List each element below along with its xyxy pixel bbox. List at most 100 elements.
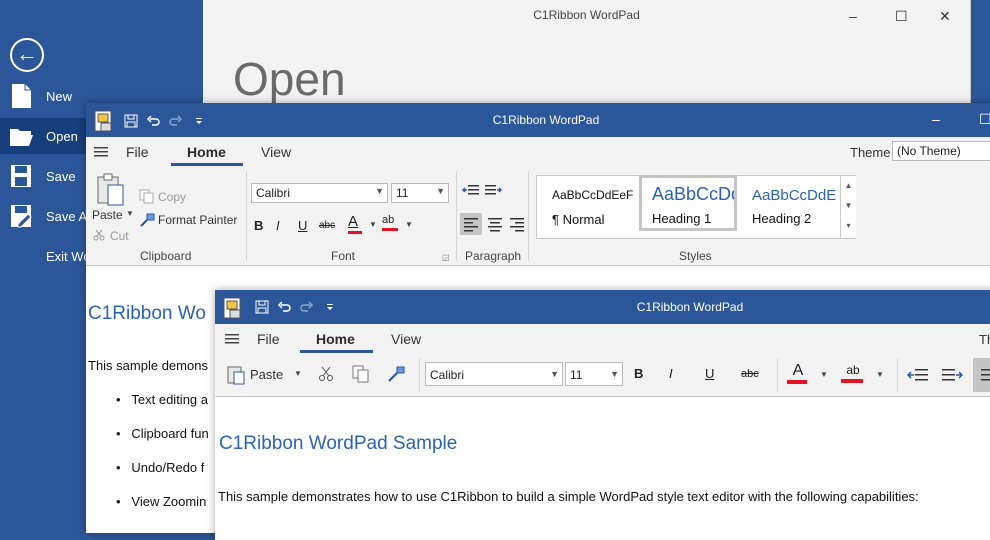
paste-button[interactable]: Paste (250, 367, 283, 382)
align-right-icon[interactable] (506, 213, 528, 235)
save-icon (11, 165, 31, 187)
theme-label: Th (979, 332, 990, 347)
chevron-down-icon: ▼ (436, 186, 445, 196)
window-title: C1Ribbon WordPad (492, 113, 600, 127)
highlight-dropdown-icon[interactable]: ▼ (876, 370, 884, 379)
app-menu-icon[interactable] (225, 333, 239, 345)
font-size-select[interactable]: 11 ▼ (565, 362, 623, 386)
tab-home[interactable]: Home (187, 144, 226, 160)
align-left-button[interactable] (460, 213, 482, 235)
bold-button[interactable]: B (254, 218, 263, 233)
tab-file[interactable]: File (126, 144, 149, 160)
font-color-dropdown-icon[interactable]: ▼ (369, 220, 377, 229)
theme-select[interactable]: (No Theme) (892, 141, 990, 161)
window-title: C1Ribbon WordPad (636, 300, 744, 314)
style-name: Heading 1 (652, 211, 712, 226)
backstage-item-label: Exit Wo (46, 249, 91, 264)
group-separator (528, 171, 529, 261)
document-paragraph: This sample demons (88, 358, 208, 373)
paste-icon[interactable] (227, 365, 245, 385)
maximize-button[interactable]: ☐ (895, 8, 908, 25)
backstage-item-label: Save (46, 169, 76, 184)
list-item: • Undo/Redo f (116, 460, 205, 475)
back-arrow-icon[interactable]: ← (10, 38, 44, 72)
style-heading-1[interactable]: AaBbCcDd Heading 1 (639, 175, 737, 231)
italic-button[interactable]: I (669, 366, 673, 381)
align-left-button[interactable] (973, 358, 990, 392)
cut-icon[interactable] (93, 229, 105, 241)
font-size-select[interactable]: 11 ▼ (391, 183, 449, 203)
copy-button[interactable]: Copy (158, 190, 186, 204)
group-separator (246, 171, 247, 261)
document-paragraph: This sample demonstrates how to use C1Ri… (218, 489, 919, 504)
font-color-button[interactable]: A (787, 362, 809, 384)
selected-tab-indicator (300, 350, 373, 353)
style-normal[interactable]: AaBbCcDdEeF ¶ Normal (542, 175, 640, 231)
group-separator (897, 358, 898, 392)
app-menu-icon[interactable] (94, 146, 108, 158)
highlight-icon: ab (382, 214, 395, 226)
backstage-item-label: Save A (46, 209, 88, 224)
highlight-button[interactable]: ab (382, 214, 404, 231)
highlight-dropdown-icon[interactable]: ▼ (405, 220, 413, 229)
underline-button[interactable]: U (298, 218, 307, 233)
paste-button[interactable]: Paste (92, 208, 123, 222)
increase-indent-icon[interactable] (484, 183, 502, 197)
backstage-item-label: Open (46, 129, 78, 144)
maximize-button[interactable]: ☐ (979, 111, 990, 128)
font-name-value: Calibri (256, 186, 291, 200)
copy-icon[interactable] (352, 365, 370, 383)
tab-home[interactable]: Home (316, 331, 355, 347)
strikethrough-button[interactable]: abc (319, 220, 335, 231)
document-heading: C1Ribbon Wo (88, 303, 206, 324)
style-preview: AaBbCcDdE (752, 187, 836, 204)
cut-icon[interactable] (318, 366, 334, 382)
document-heading: C1Ribbon WordPad Sample (219, 433, 458, 454)
simplified-ribbon: Paste ▼ Calibri ▼ 11 ▼ B I U abc A ▼ ab ▼ (215, 354, 990, 397)
bold-button[interactable]: B (634, 366, 643, 381)
chevron-down-icon: ▼ (550, 369, 559, 379)
list-item: • View Zoomin (116, 494, 207, 509)
highlight-button[interactable]: ab (841, 363, 865, 383)
list-item-text: Undo/Redo f (131, 460, 205, 475)
align-left-icon (981, 369, 990, 381)
style-heading-2[interactable]: AaBbCcDdE Heading 2 (742, 175, 840, 231)
format-painter-icon[interactable] (387, 365, 405, 383)
paste-dropdown-icon[interactable]: ▼ (126, 209, 134, 218)
decrease-indent-icon[interactable] (907, 367, 929, 383)
list-item-text: View Zoomin (131, 494, 207, 509)
new-document-icon (12, 84, 31, 108)
highlight-swatch (841, 379, 863, 383)
font-size-value: 11 (396, 186, 409, 200)
format-painter-button[interactable]: Format Painter (158, 213, 237, 227)
highlight-swatch (382, 228, 398, 231)
font-color-dropdown-icon[interactable]: ▼ (820, 370, 828, 379)
paragraph-group-label: Paragraph (465, 249, 522, 263)
increase-indent-icon[interactable] (941, 367, 963, 383)
font-dialog-launcher-icon[interactable]: ◲ (442, 253, 450, 262)
font-name-select[interactable]: Calibri ▼ (251, 183, 388, 203)
align-left-icon (464, 218, 478, 232)
styles-gallery-scroll[interactable]: ▲ ▼ ▾ (840, 176, 856, 238)
group-separator (456, 171, 457, 261)
list-item: • Clipboard fun (116, 426, 209, 441)
tab-view[interactable]: View (261, 144, 291, 160)
minimize-button[interactable]: – (849, 8, 857, 24)
close-button[interactable]: ✕ (939, 8, 951, 25)
align-center-icon[interactable] (484, 213, 506, 235)
cut-button[interactable]: Cut (110, 229, 129, 243)
paste-dropdown-icon[interactable]: ▼ (294, 369, 302, 378)
font-name-select[interactable]: Calibri ▼ (425, 362, 563, 386)
copy-icon[interactable] (139, 189, 154, 204)
tab-file[interactable]: File (257, 331, 280, 347)
tab-view[interactable]: View (391, 331, 421, 347)
strikethrough-button[interactable]: abc (741, 368, 759, 380)
decrease-indent-icon[interactable] (462, 183, 480, 197)
italic-button[interactable]: I (276, 218, 280, 233)
minimize-button[interactable]: – (932, 111, 940, 127)
list-item: • Text editing a (116, 392, 208, 407)
paste-icon[interactable] (95, 173, 125, 207)
format-painter-icon[interactable] (139, 213, 155, 227)
style-name: ¶ Normal (552, 212, 605, 227)
underline-button[interactable]: U (705, 366, 714, 381)
